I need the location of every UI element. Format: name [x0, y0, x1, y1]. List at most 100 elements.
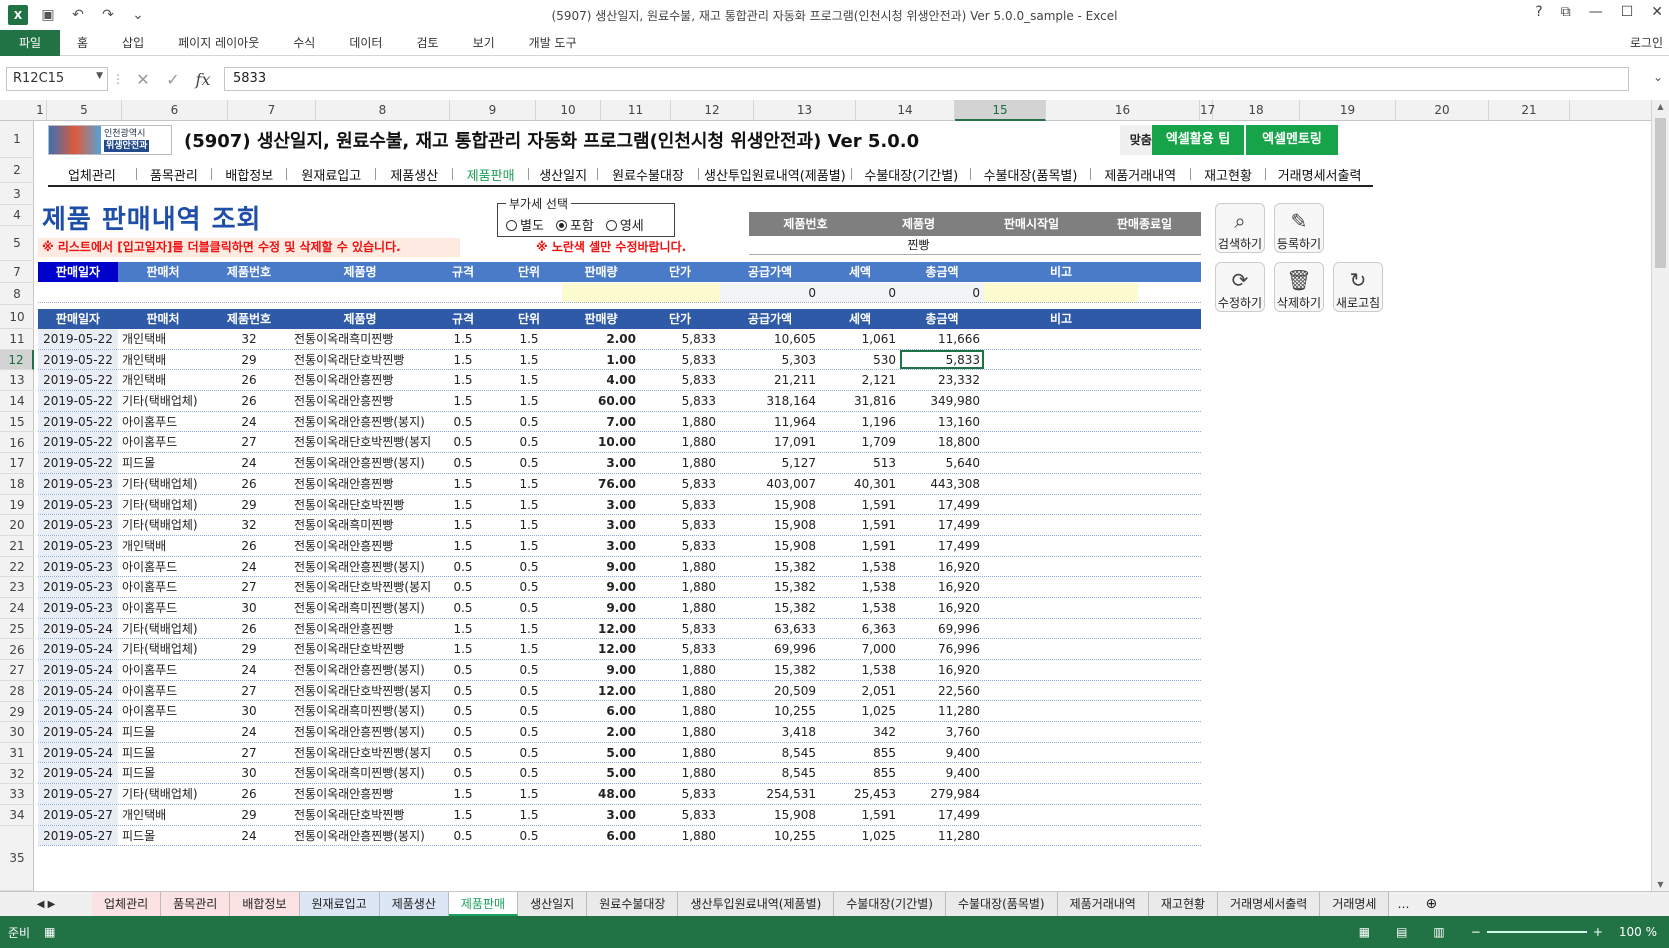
row-header[interactable]: 29 — [0, 702, 34, 723]
menu-item[interactable]: 제품판매 — [453, 165, 527, 184]
column-header[interactable]: 17 — [1200, 100, 1215, 121]
expand-formula-icon[interactable]: ⌄ — [1653, 70, 1663, 84]
table-row[interactable]: 2019-05-27 개인택배 29 전통이옥래단호박찐빵 1.5 1.5 3.00 5,83… — [38, 804, 1201, 826]
scroll-thumb[interactable] — [1655, 118, 1666, 268]
minimize-icon[interactable]: — — [1589, 4, 1603, 20]
table-row[interactable]: 2019-05-23 아이홈푸드 24 전통이옥래안흥찐빵(봉지) 0.5 0.5 9.00… — [38, 556, 1201, 578]
row-header[interactable]: 1 — [0, 121, 34, 158]
sheet-tab[interactable]: 거래명세서출력 — [1218, 892, 1321, 916]
row-header[interactable]: 26 — [0, 640, 34, 661]
row-header[interactable]: 12 — [0, 349, 34, 371]
table-cell[interactable]: 2019-05-22 — [38, 432, 118, 453]
menu-item[interactable]: 원료수불대장 — [598, 165, 697, 184]
scroll-up-icon[interactable]: ▲ — [1652, 102, 1669, 111]
table-row[interactable]: 2019-05-27 피드몰 24 전통이옥래안흥찐빵(봉지) 0.5 0.5 6.00 1,… — [38, 825, 1201, 847]
menu-item[interactable]: 제품거래내역 — [1091, 165, 1190, 184]
column-header[interactable]: 10 — [536, 100, 601, 121]
menu-item[interactable]: 생산투입원료내역(제품별) — [699, 165, 852, 184]
column-header[interactable]: 12 — [671, 100, 754, 121]
table-row[interactable]: 2019-05-22 개인택배 32 전통이옥래흑미찐빵 1.5 1.5 2.00 5,833… — [38, 329, 1201, 350]
row-header[interactable]: 13 — [0, 370, 34, 392]
table-row[interactable]: 2019-05-24 아이홈푸드 27 전통이옥래단호박찐빵(봉지 0.5 0.5 12.0… — [38, 680, 1201, 702]
row-header[interactable]: 27 — [0, 660, 34, 681]
row-header[interactable]: 14 — [0, 391, 34, 412]
cancel-icon[interactable]: ✕ — [128, 70, 158, 89]
input-cell[interactable]: 0 — [820, 283, 900, 302]
login-link[interactable]: 로그인 — [1630, 30, 1663, 56]
sheet-tab[interactable]: 원료수불대장 — [587, 892, 679, 916]
table-cell[interactable]: 2019-05-24 — [38, 742, 118, 763]
sheet-tab[interactable]: 업체관리 — [92, 892, 162, 916]
table-cell[interactable]: 2019-05-22 — [38, 391, 118, 411]
table-row[interactable]: 2019-05-27 기타(택배업체) 26 전통이옥래안흥찐빵 1.5 1.5 48.00… — [38, 784, 1201, 805]
row-header[interactable]: 30 — [0, 722, 34, 743]
sheet-tab[interactable]: 생산투입원료내역(제품별) — [678, 892, 835, 916]
input-cell[interactable]: 0 — [900, 283, 984, 302]
ribbon-display-icon[interactable]: ⧉ — [1561, 4, 1571, 20]
table-row[interactable]: 2019-05-23 개인택배 26 전통이옥래안흥찐빵 1.5 1.5 3.00 5,833… — [38, 535, 1201, 557]
column-header[interactable]: 5 — [47, 100, 122, 121]
vat-option-included[interactable]: 포함 — [555, 215, 594, 234]
column-header[interactable]: 16 — [1046, 100, 1200, 121]
table-row[interactable]: 2019-05-22 아이홈푸드 24 전통이옥래안흥찐빵(봉지) 0.5 0.5 7.00… — [38, 411, 1201, 433]
column-header[interactable]: 7 — [228, 100, 316, 121]
table-row[interactable]: 2019-05-23 아이홈푸드 30 전통이옥래흑미찐빵(봉지) 0.5 0.5 9.00… — [38, 597, 1201, 619]
row-header[interactable]: 34 — [0, 805, 34, 826]
redo-icon[interactable]: ↷ — [98, 7, 118, 23]
help-icon[interactable]: ? — [1535, 4, 1542, 20]
sheet-tab[interactable]: 재고현황 — [1148, 892, 1219, 916]
table-cell[interactable]: 2019-05-23 — [38, 597, 118, 618]
table-row[interactable]: 2019-05-24 피드몰 30 전통이옥래흑미찐빵(봉지) 0.5 0.5 5.00 1,… — [38, 763, 1201, 785]
ribbon-tab-7[interactable]: 보기 — [456, 30, 512, 56]
table-cell[interactable]: 2019-05-24 — [38, 701, 118, 722]
save-icon[interactable]: ▣ — [38, 7, 58, 23]
column-header[interactable]: 20 — [1396, 100, 1489, 121]
row-header[interactable]: 11 — [0, 329, 34, 350]
zoom-in-icon[interactable]: + — [1593, 925, 1619, 939]
table-cell[interactable]: 2019-05-22 — [38, 329, 118, 349]
table-cell[interactable]: 2019-05-23 — [38, 535, 118, 556]
table-row[interactable]: 2019-05-24 기타(택배업체) 29 전통이옥래단호박찐빵 1.5 1.5 12.0… — [38, 639, 1201, 660]
table-cell[interactable]: 2019-05-24 — [38, 763, 118, 784]
ribbon-tab-1[interactable]: 홈 — [60, 30, 105, 56]
input-cell[interactable] — [208, 283, 290, 302]
more-sheets-icon[interactable]: … — [1389, 897, 1417, 911]
menu-item[interactable]: 재고현황 — [1191, 165, 1265, 184]
sheet-tab[interactable]: 배합정보 — [230, 892, 300, 916]
table-cell[interactable]: 2019-05-22 — [38, 411, 118, 432]
row-header[interactable]: 31 — [0, 743, 34, 764]
row-header[interactable]: 5 — [0, 226, 34, 261]
refresh-button[interactable]: ↻ 새로고침 — [1333, 262, 1383, 312]
page-layout-icon[interactable]: ▤ — [1396, 925, 1433, 939]
register-button[interactable]: ✎ 등록하기 — [1274, 203, 1324, 253]
table-cell[interactable]: 2019-05-23 — [38, 556, 118, 577]
table-row[interactable]: 2019-05-22 피드몰 24 전통이옥래안흥찐빵(봉지) 0.5 0.5 3.00 1,… — [38, 453, 1201, 474]
row-header[interactable]: 17 — [0, 453, 34, 474]
table-cell[interactable]: 2019-05-22 — [38, 370, 118, 391]
row-header[interactable]: 22 — [0, 557, 34, 578]
table-cell[interactable]: 2019-05-23 — [38, 577, 118, 597]
page-break-icon[interactable]: ▥ — [1433, 925, 1470, 939]
column-header[interactable]: 18 — [1213, 100, 1300, 121]
column-header[interactable]: 21 — [1489, 100, 1570, 121]
row-header[interactable]: 15 — [0, 412, 34, 433]
sheet-tab[interactable]: 제품판매 — [448, 892, 519, 916]
sheet-tab[interactable]: 원재료입고 — [299, 892, 380, 916]
table-row[interactable]: 2019-05-24 아이홈푸드 24 전통이옥래안흥찐빵(봉지) 0.5 0.5 9.00… — [38, 660, 1201, 681]
input-cell[interactable] — [984, 283, 1138, 302]
column-header[interactable]: 13 — [754, 100, 856, 121]
search-product-no-input[interactable] — [749, 236, 862, 254]
ribbon-tab-4[interactable]: 수식 — [276, 30, 332, 56]
input-cell[interactable] — [290, 283, 430, 302]
chevron-down-icon[interactable]: ▼ — [96, 71, 103, 81]
table-row[interactable]: 2019-05-23 아이홈푸드 27 전통이옥래단호박찐빵(봉지 0.5 0.5 9.00… — [38, 577, 1201, 598]
table-row[interactable]: 2019-05-24 피드몰 27 전통이옥래단호박찐빵(봉지 0.5 0.5 5.00 1,… — [38, 742, 1201, 764]
row-header[interactable]: 10 — [0, 305, 34, 329]
input-cell[interactable] — [38, 283, 118, 302]
ribbon-tab-5[interactable]: 데이터 — [332, 30, 399, 56]
customize-qat-icon[interactable]: ⌄ — [128, 7, 148, 23]
table-row[interactable]: 2019-05-22 개인택배 26 전통이옥래안흥찐빵 1.5 1.5 4.00 5,833… — [38, 370, 1201, 392]
table-row[interactable]: 2019-05-23 기타(택배업체) 29 전통이옥래단호박찐빵 1.5 1.5 3.00… — [38, 494, 1201, 516]
vat-option-zero[interactable]: 영세 — [605, 215, 644, 234]
table-row[interactable]: 2019-05-23 기타(택배업체) 32 전통이옥래흑미찐빵 1.5 1.5 3.00 5… — [38, 515, 1201, 536]
